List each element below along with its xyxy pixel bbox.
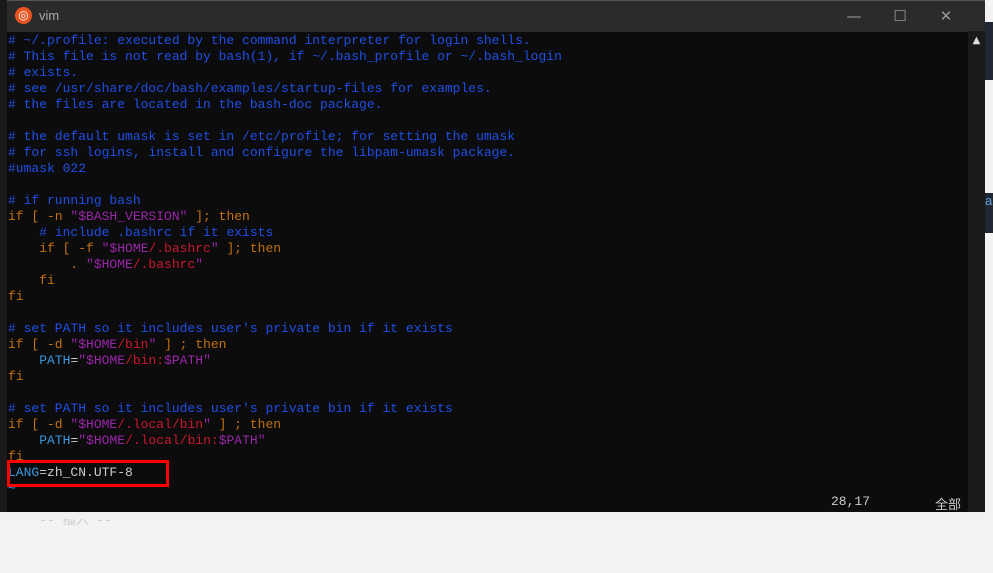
code-token: " — [210, 241, 219, 256]
code-token: ]; then — [187, 209, 250, 224]
code-token: # the default umask is set in /etc/profi… — [8, 129, 516, 144]
code-token: /.local/bin — [117, 417, 204, 432]
code-token: ]; then — [218, 241, 282, 256]
code-token: fi — [8, 273, 55, 288]
code-line: fi — [8, 289, 968, 305]
code-token: $PATH" — [164, 353, 211, 368]
title-bar[interactable]: ◎ vim — ☐ ✕ — [7, 0, 985, 32]
code-token: "$BASH_VERSION" — [70, 209, 188, 224]
code-token: if [ -f — [8, 241, 102, 256]
code-line: PATH="$HOME/bin:$PATH" — [8, 353, 968, 369]
code-token: " — [195, 257, 204, 272]
ubuntu-icon: ◎ — [15, 7, 32, 24]
code-line: # if running bash — [8, 193, 968, 209]
code-token: PATH — [39, 353, 71, 368]
code-token: fi — [8, 289, 24, 304]
close-button[interactable]: ✕ — [923, 1, 969, 32]
code-token: # exists. — [8, 65, 79, 80]
editor-buffer[interactable]: # ~/.profile: executed by the command in… — [8, 33, 968, 497]
code-token: # if running bash — [8, 193, 141, 208]
code-line: # include .bashrc if it exists — [8, 225, 968, 241]
code-line: PATH="$HOME/.local/bin:$PATH" — [8, 433, 968, 449]
code-token: /.bashrc — [148, 241, 211, 256]
code-line: # set PATH so it includes user's private… — [8, 401, 968, 417]
code-token: "$HOME — [78, 353, 126, 368]
code-token: ] ; then — [210, 417, 282, 432]
code-token: if [ -d — [8, 337, 71, 352]
status-line: -- 插入 -- 28,17 全部 — [8, 494, 968, 528]
code-token: # include .bashrc if it exists — [39, 225, 274, 240]
background-window — [985, 22, 993, 80]
code-token: " — [203, 417, 211, 432]
code-token: # see /usr/share/doc/bash/examples/start… — [8, 81, 492, 96]
code-token: /.local/bin: — [125, 433, 219, 448]
code-token: "$HOME — [86, 257, 133, 272]
code-line: # the files are located in the bash-doc … — [8, 97, 968, 113]
code-token: "$HOME — [101, 241, 149, 256]
code-token: # the files are located in the bash-doc … — [8, 97, 383, 112]
code-line: # exists. — [8, 65, 968, 81]
maximize-button[interactable]: ☐ — [877, 1, 923, 32]
code-token: # ~/.profile: executed by the command in… — [8, 33, 531, 48]
code-line: #umask 022 — [8, 161, 968, 177]
code-token: if [ -n — [8, 209, 71, 224]
code-line: # This file is not read by bash(1), if ~… — [8, 49, 968, 65]
code-token: # for ssh logins, install and configure … — [8, 145, 516, 160]
scroll-position: 全部 — [935, 498, 962, 513]
window-title: vim — [39, 8, 60, 23]
code-token: "$HOME — [78, 433, 126, 448]
code-token: # set PATH so it includes user's private… — [8, 321, 453, 336]
highlight-box — [7, 460, 169, 487]
scroll-up-icon[interactable]: ▲ — [968, 35, 985, 46]
code-token: "$HOME — [70, 337, 118, 352]
background-window-text: a — [985, 193, 993, 233]
code-token: . — [8, 257, 87, 272]
code-line: # for ssh logins, install and configure … — [8, 145, 968, 161]
code-line: fi — [8, 273, 968, 289]
scrollbar[interactable]: ▲ — [968, 31, 985, 519]
code-token: #umask 022 — [8, 161, 87, 176]
minimize-button[interactable]: — — [831, 1, 877, 32]
code-token: ] ; then — [156, 337, 227, 352]
cursor-position: 28,17 — [831, 494, 871, 509]
code-line: # set PATH so it includes user's private… — [8, 321, 968, 337]
code-line: if [ -n "$BASH_VERSION" ]; then — [8, 209, 968, 225]
code-token: PATH — [39, 433, 71, 448]
code-token: $PATH" — [218, 433, 266, 448]
code-line: fi — [8, 369, 968, 385]
code-token: /bin — [117, 337, 149, 352]
code-line: . "$HOME/.bashrc" — [8, 257, 968, 273]
code-token: fi — [8, 369, 24, 384]
code-line: if [ -d "$HOME/.local/bin" ] ; then — [8, 417, 968, 433]
code-token: "$HOME — [70, 417, 118, 432]
code-line: # ~/.profile: executed by the command in… — [8, 33, 968, 49]
code-line: if [ -d "$HOME/bin" ] ; then — [8, 337, 968, 353]
code-line: if [ -f "$HOME/.bashrc" ]; then — [8, 241, 968, 257]
taskbar-edge — [0, 512, 985, 519]
code-line: # the default umask is set in /etc/profi… — [8, 129, 968, 145]
code-token: # set PATH so it includes user's private… — [8, 401, 453, 416]
vim-window: ◎ vim — ☐ ✕ # ~/.profile: executed by th… — [0, 0, 985, 528]
code-token: /.bashrc — [132, 257, 196, 272]
code-token: if [ -d — [8, 417, 71, 432]
code-token: /bin: — [125, 353, 165, 368]
code-token: # This file is not read by bash(1), if ~… — [8, 49, 562, 64]
code-line: # see /usr/share/doc/bash/examples/start… — [8, 81, 968, 97]
